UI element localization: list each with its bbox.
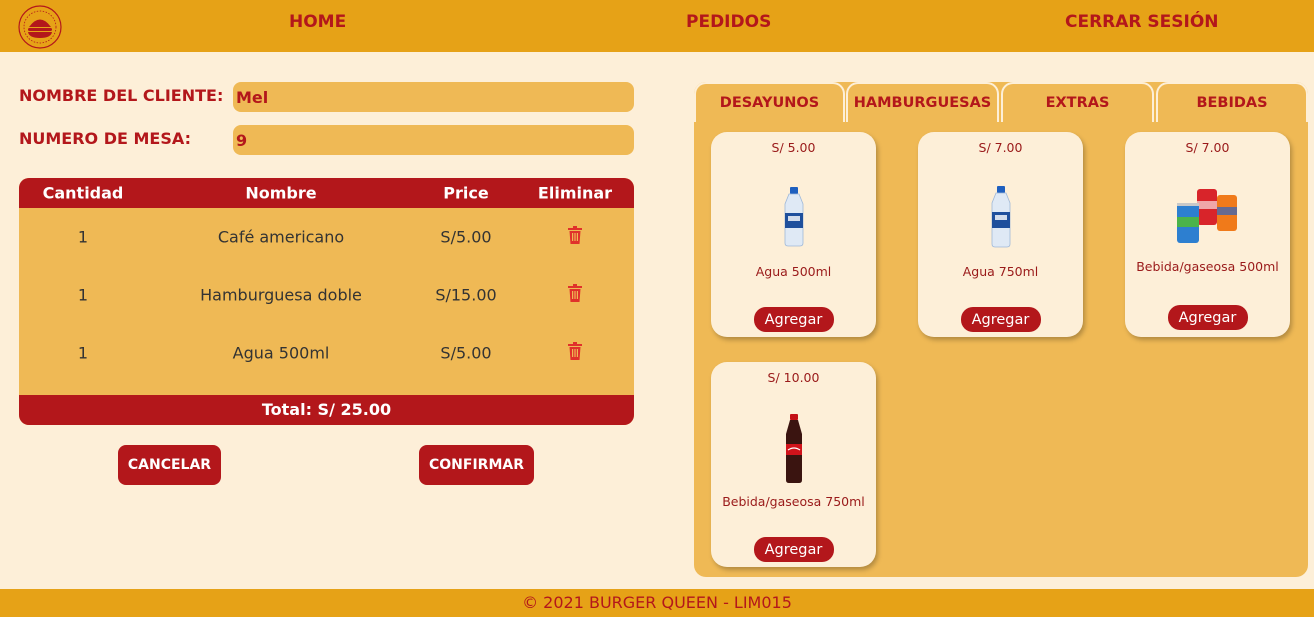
nav-pedidos-link[interactable]: PEDIDOS — [686, 12, 771, 32]
soda-cans-icon — [1176, 189, 1237, 243]
row-quantity: 1 — [77, 227, 89, 247]
top-navbar: HOME PEDIDOS CERRAR SESIÓN — [0, 0, 1314, 52]
table-row: 1 Agua 500ml S/5.00 — [19, 338, 634, 368]
add-product-button[interactable]: Agregar — [960, 307, 1041, 332]
order-table: Cantidad Nombre Price Eliminar 1 Café am… — [19, 178, 634, 425]
product-card: S/ 7.00 Agua 750ml Agregar — [918, 132, 1083, 337]
table-number-input[interactable]: 9 — [233, 125, 634, 155]
burger-queen-logo[interactable] — [15, 4, 65, 50]
row-price: S/5.00 — [440, 227, 492, 247]
water-bottle-icon — [991, 186, 1010, 248]
nav-home-link[interactable]: HOME — [289, 12, 346, 32]
add-product-button[interactable]: Agregar — [753, 537, 834, 562]
table-row: 1 Hamburguesa doble S/15.00 — [19, 280, 634, 310]
add-product-button[interactable]: Agregar — [753, 307, 834, 332]
nav-logout-link[interactable]: CERRAR SESIÓN — [1065, 12, 1219, 32]
cola-bottle-icon — [785, 414, 802, 483]
row-quantity: 1 — [77, 285, 89, 305]
table-row: 1 Café americano S/5.00 — [19, 222, 634, 252]
order-table-header: Cantidad Nombre Price Eliminar — [19, 178, 634, 208]
row-name: Agua 500ml — [232, 343, 330, 363]
confirm-button[interactable]: CONFIRMAR — [419, 445, 534, 485]
client-name-input[interactable]: Mel — [233, 82, 634, 112]
product-name: Bebida/gaseosa 750ml — [722, 494, 865, 509]
header-quantity: Cantidad — [42, 183, 124, 203]
cancel-button[interactable]: CANCELAR — [118, 445, 221, 485]
row-price: S/5.00 — [440, 343, 492, 363]
row-quantity: 1 — [77, 343, 89, 363]
row-name: Hamburguesa doble — [200, 285, 362, 305]
add-product-button[interactable]: Agregar — [1167, 305, 1248, 330]
table-number-label: NUMERO DE MESA: — [19, 129, 191, 148]
product-name: Bebida/gaseosa 500ml — [1136, 259, 1279, 274]
row-price: S/15.00 — [435, 285, 497, 305]
product-card: S/ 7.00 Bebida/gaseosa 500ml Agregar — [1125, 132, 1290, 337]
product-price: S/ 7.00 — [978, 140, 1023, 155]
tab-hamburguesas[interactable]: HAMBURGUESAS — [846, 82, 999, 122]
header-name: Nombre — [245, 183, 317, 203]
product-card: S/ 5.00 Agua 500ml Agregar — [711, 132, 876, 337]
water-bottle-icon — [784, 187, 803, 247]
trash-icon[interactable] — [568, 284, 582, 306]
row-name: Café americano — [217, 227, 345, 247]
product-price: S/ 7.00 — [1185, 140, 1230, 155]
product-price: S/ 10.00 — [767, 370, 820, 385]
client-name-label: NOMBRE DEL CLIENTE: — [19, 86, 224, 105]
header-price: Price — [443, 183, 489, 203]
product-name: Agua 500ml — [755, 264, 832, 279]
order-total: Total: S/ 25.00 — [19, 395, 634, 425]
product-name: Agua 750ml — [962, 264, 1039, 279]
header-delete: Eliminar — [537, 183, 613, 203]
product-card: S/ 10.00 Bebida/gaseosa 750ml Agregar — [711, 362, 876, 567]
tab-bebidas[interactable]: BEBIDAS — [1156, 82, 1308, 122]
tab-extras[interactable]: EXTRAS — [1001, 82, 1154, 122]
trash-icon[interactable] — [568, 226, 582, 248]
trash-icon[interactable] — [568, 342, 582, 364]
product-price: S/ 5.00 — [771, 140, 816, 155]
page-footer: © 2021 BURGER QUEEN - LIM015 — [0, 589, 1314, 617]
tab-desayunos[interactable]: DESAYUNOS — [694, 82, 845, 122]
